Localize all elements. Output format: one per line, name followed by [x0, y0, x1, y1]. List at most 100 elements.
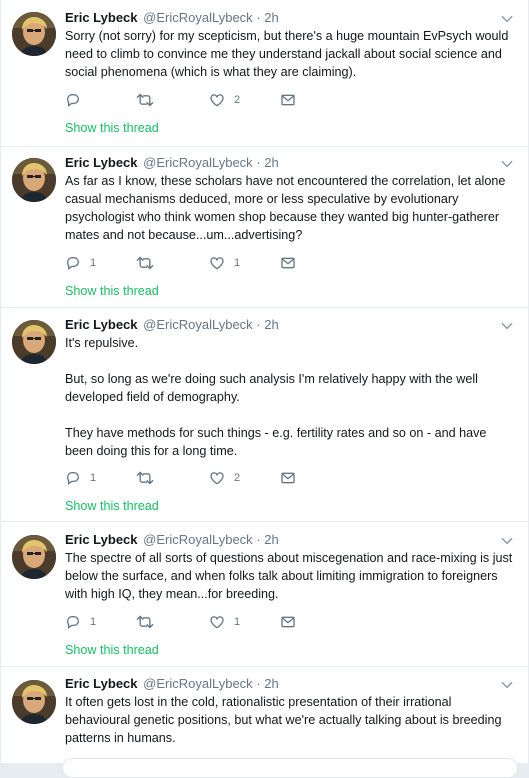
reply-button[interactable]: 1 [65, 254, 96, 272]
separator-dot: · [256, 532, 261, 547]
author-name[interactable]: Eric Lybeck [65, 676, 138, 691]
chevron-down-icon[interactable] [500, 12, 514, 26]
reply-count: 1 [90, 616, 97, 628]
separator-dot: · [256, 10, 261, 25]
timeline: Eric Lybeck @EricRoyalLybeck · 2h Sorry (… [0, 0, 529, 764]
separator-dot: · [256, 676, 261, 691]
timestamp[interactable]: 2h [264, 532, 278, 547]
chevron-down-icon[interactable] [500, 534, 514, 548]
tweet-header: Eric Lybeck @EricRoyalLybeck · 2h [65, 9, 279, 27]
show-thread-link[interactable]: Show this thread [65, 282, 159, 300]
author-name[interactable]: Eric Lybeck [65, 532, 138, 547]
tweet[interactable]: Eric Lybeck @EricRoyalLybeck · 2h The spe… [1, 522, 528, 667]
author-handle[interactable]: @EricRoyalLybeck [143, 10, 253, 25]
tweet-paragraph: Sorry (not sorry) for my scepticism, but… [65, 29, 509, 79]
like-button[interactable]: 1 [209, 613, 240, 631]
tweet-header: Eric Lybeck @EricRoyalLybeck · 2h [65, 316, 279, 334]
like-button[interactable]: 2 [209, 91, 240, 109]
like-button[interactable]: 1 [209, 254, 240, 272]
tweet[interactable]: Eric Lybeck @EricRoyalLybeck · 2h As far … [1, 147, 528, 308]
avatar[interactable] [12, 320, 56, 364]
chevron-down-icon[interactable] [500, 157, 514, 171]
tweet-paragraph: But, so long as we're doing such analysi… [65, 372, 478, 404]
reply-button[interactable]: 1 [65, 613, 96, 631]
author-handle[interactable]: @EricRoyalLybeck [143, 155, 253, 170]
author-handle[interactable]: @EricRoyalLybeck [143, 317, 253, 332]
timestamp[interactable]: 2h [264, 10, 278, 25]
tweet-header: Eric Lybeck @EricRoyalLybeck · 2h [65, 531, 279, 549]
timestamp[interactable]: 2h [264, 155, 278, 170]
avatar[interactable] [12, 12, 56, 56]
reply-count: 1 [90, 472, 97, 484]
retweet-button[interactable] [136, 469, 163, 487]
author-handle[interactable]: @EricRoyalLybeck [143, 676, 253, 691]
tweet-actions: 12 [65, 469, 305, 487]
tweet-paragraph: The spectre of all sorts of questions ab… [65, 551, 513, 601]
reply-button[interactable] [65, 91, 90, 109]
tweet-actions: 11 [65, 254, 305, 272]
retweet-icon [136, 92, 154, 108]
like-icon [209, 470, 225, 486]
author-name[interactable]: Eric Lybeck [65, 10, 138, 25]
tweet[interactable]: Eric Lybeck @EricRoyalLybeck · 2h It's re… [1, 308, 528, 522]
tweet-header: Eric Lybeck @EricRoyalLybeck · 2h [65, 154, 279, 172]
avatar[interactable] [12, 535, 56, 579]
author-handle[interactable]: @EricRoyalLybeck [143, 532, 253, 547]
tweet-paragraph: It often gets lost in the cold, rational… [65, 695, 502, 745]
avatar[interactable] [12, 680, 56, 724]
direct-message-button[interactable] [280, 254, 296, 272]
reply-icon [65, 92, 81, 108]
like-icon [209, 255, 225, 271]
like-button[interactable]: 2 [209, 469, 240, 487]
like-count: 1 [234, 616, 241, 628]
retweet-button[interactable] [136, 91, 163, 109]
like-icon [209, 92, 225, 108]
tweet[interactable]: Eric Lybeck @EricRoyalLybeck · 2h It ofte… [1, 667, 528, 764]
reply-icon [65, 255, 81, 271]
tweet-paragraph: They have methods for such things - e.g.… [65, 426, 487, 458]
like-count: 1 [234, 257, 241, 269]
retweet-icon [136, 470, 154, 486]
reply-icon [65, 614, 81, 630]
retweet-button[interactable] [136, 254, 163, 272]
envelope-icon [280, 614, 296, 630]
timestamp[interactable]: 2h [264, 317, 278, 332]
tweet-paragraph: It's repulsive. [65, 336, 139, 350]
tweet-text: It often gets lost in the cold, rational… [65, 693, 517, 747]
direct-message-button[interactable] [280, 613, 296, 631]
timestamp[interactable]: 2h [264, 676, 278, 691]
direct-message-button[interactable] [280, 91, 296, 109]
author-name[interactable]: Eric Lybeck [65, 317, 138, 332]
tweet-paragraph: As far as I know, these scholars have no… [65, 174, 506, 242]
reply-icon [65, 470, 81, 486]
tweet-actions: 2 [65, 91, 305, 109]
retweet-icon [136, 614, 154, 630]
show-thread-link[interactable]: Show this thread [65, 119, 159, 137]
avatar[interactable] [12, 158, 56, 202]
tweet-text: As far as I know, these scholars have no… [65, 172, 517, 244]
show-thread-link[interactable]: Show this thread [65, 641, 159, 659]
tweet-header: Eric Lybeck @EricRoyalLybeck · 2h [65, 675, 279, 693]
chevron-down-icon[interactable] [500, 319, 514, 333]
retweet-button[interactable] [136, 613, 163, 631]
envelope-icon [280, 470, 296, 486]
tweet-actions: 11 [65, 613, 305, 631]
like-icon [209, 614, 225, 630]
tweet-text: It's repulsive. But, so long as we're doi… [65, 334, 517, 460]
separator-dot: · [256, 155, 261, 170]
retweet-icon [136, 255, 154, 271]
tweet-text: The spectre of all sorts of questions ab… [65, 549, 517, 603]
envelope-icon [280, 92, 296, 108]
author-name[interactable]: Eric Lybeck [65, 155, 138, 170]
direct-message-button[interactable] [280, 469, 296, 487]
separator-dot: · [256, 317, 261, 332]
tweet-text: Sorry (not sorry) for my scepticism, but… [65, 27, 517, 81]
quoted-tweet-card[interactable] [62, 758, 518, 778]
reply-count: 1 [90, 257, 97, 269]
like-count: 2 [234, 94, 241, 106]
tweet[interactable]: Eric Lybeck @EricRoyalLybeck · 2h Sorry (… [1, 0, 528, 147]
envelope-icon [280, 255, 296, 271]
chevron-down-icon[interactable] [500, 678, 514, 692]
show-thread-link[interactable]: Show this thread [65, 497, 159, 515]
reply-button[interactable]: 1 [65, 469, 96, 487]
